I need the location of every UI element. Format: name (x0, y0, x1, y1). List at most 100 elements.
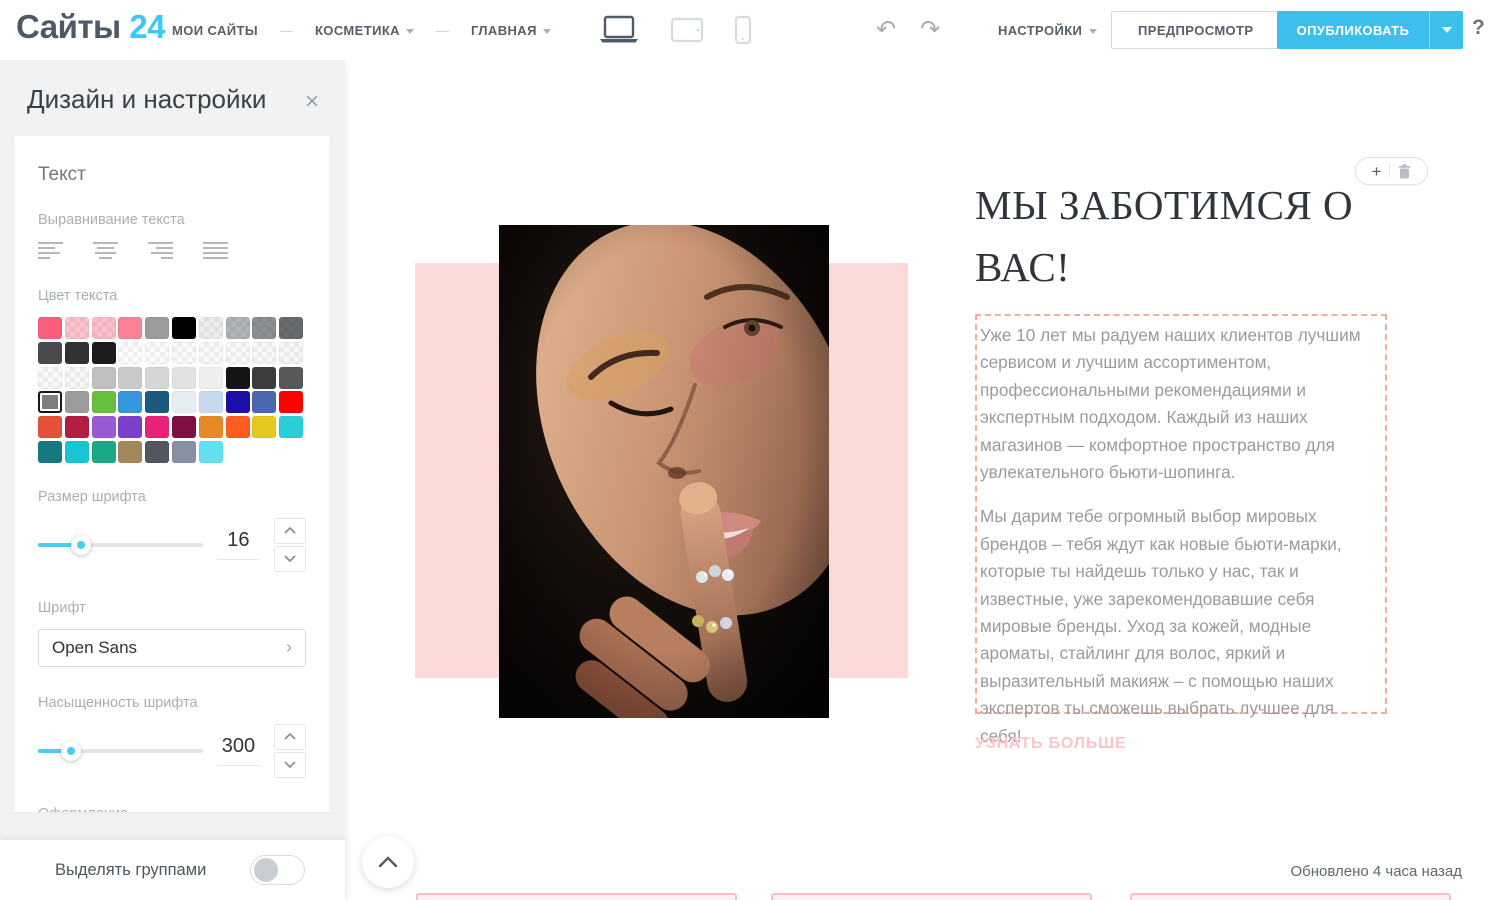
trash-icon[interactable] (1398, 164, 1411, 179)
color-swatch[interactable] (38, 367, 62, 389)
paragraph[interactable]: Уже 10 лет мы радуем наших клиентов лучш… (980, 322, 1377, 486)
color-swatch[interactable] (172, 342, 196, 364)
help-button[interactable]: ? (1472, 16, 1485, 40)
color-swatch[interactable] (279, 342, 303, 364)
color-swatch[interactable] (279, 367, 303, 389)
color-swatch[interactable] (92, 391, 116, 413)
alignment-buttons (38, 241, 306, 264)
align-right-button[interactable] (148, 241, 173, 264)
color-swatch[interactable] (145, 416, 169, 438)
scroll-to-top-button[interactable] (362, 836, 414, 888)
color-swatch[interactable] (172, 416, 196, 438)
font-size-value[interactable]: 16 (217, 529, 260, 560)
color-swatch[interactable] (172, 391, 196, 413)
color-swatch[interactable] (252, 391, 276, 413)
color-swatch[interactable] (145, 391, 169, 413)
font-select[interactable]: Open Sans › (38, 629, 306, 667)
color-swatch[interactable] (252, 317, 276, 339)
color-swatch[interactable] (172, 367, 196, 389)
color-swatch[interactable] (38, 391, 62, 413)
tablet-view-button[interactable] (670, 17, 704, 43)
color-swatch[interactable] (172, 317, 196, 339)
color-swatch[interactable] (199, 367, 223, 389)
align-left-button[interactable] (38, 241, 63, 264)
selected-text-block[interactable]: Уже 10 лет мы радуем наших клиентов лучш… (975, 314, 1387, 714)
increase-button[interactable] (274, 518, 306, 544)
decrease-button[interactable] (274, 752, 306, 778)
color-swatch[interactable] (279, 391, 303, 413)
color-swatch[interactable] (118, 342, 142, 364)
color-swatch[interactable] (65, 342, 89, 364)
color-swatch[interactable] (199, 416, 223, 438)
font-size-slider[interactable] (38, 543, 203, 547)
color-swatch[interactable] (118, 317, 142, 339)
color-swatch[interactable] (279, 317, 303, 339)
color-swatch[interactable] (252, 342, 276, 364)
color-swatch[interactable] (252, 367, 276, 389)
color-swatch[interactable] (118, 441, 142, 463)
group-select-toggle[interactable] (250, 855, 305, 885)
color-swatch[interactable] (118, 391, 142, 413)
color-swatch[interactable] (199, 441, 223, 463)
settings-menu[interactable]: НАСТРОЙКИ (998, 0, 1097, 60)
nav-my-sites[interactable]: МОИ САЙТЫ (172, 23, 258, 38)
learn-more-link[interactable]: УЗНАТЬ БОЛЬШЕ (975, 735, 1126, 753)
color-swatch[interactable] (226, 317, 250, 339)
nav-site-cosmetics[interactable]: КОСМЕТИКА (315, 23, 414, 38)
color-swatch[interactable] (199, 342, 223, 364)
color-swatch[interactable] (279, 416, 303, 438)
color-swatch[interactable] (38, 317, 62, 339)
font-weight-value[interactable]: 300 (217, 735, 260, 766)
nav-page-main[interactable]: ГЛАВНАЯ (471, 23, 551, 38)
color-swatch[interactable] (199, 317, 223, 339)
add-block-button[interactable]: + (1372, 163, 1382, 180)
preview-button[interactable]: ПРЕДПРОСМОТР (1111, 11, 1280, 49)
slider-thumb[interactable] (61, 741, 81, 761)
increase-button[interactable] (274, 724, 306, 750)
color-swatch[interactable] (65, 416, 89, 438)
publish-button[interactable]: ОПУБЛИКОВАТЬ (1277, 11, 1463, 49)
slider-thumb[interactable] (71, 535, 91, 555)
color-swatch[interactable] (65, 367, 89, 389)
color-swatch[interactable] (38, 441, 62, 463)
color-swatch[interactable] (65, 391, 89, 413)
color-swatch[interactable] (92, 416, 116, 438)
color-swatch[interactable] (118, 416, 142, 438)
color-swatch[interactable] (226, 391, 250, 413)
color-swatch[interactable] (92, 342, 116, 364)
font-weight-slider[interactable] (38, 749, 203, 753)
align-center-button[interactable] (93, 241, 118, 264)
hero-heading[interactable]: МЫ ЗАБОТИМСЯ О ВАС! (975, 174, 1385, 298)
font-weight-label: Насыщенность шрифта (38, 695, 306, 711)
redo-button[interactable]: ↷ (920, 18, 940, 42)
color-swatch[interactable] (145, 441, 169, 463)
mobile-view-button[interactable] (734, 15, 752, 45)
color-swatch[interactable] (92, 441, 116, 463)
decrease-button[interactable] (274, 546, 306, 572)
desktop-view-button[interactable] (598, 15, 640, 45)
chevron-down-icon (284, 761, 296, 768)
paragraph[interactable]: Мы дарим тебе огромный выбор мировых бре… (980, 503, 1377, 750)
color-swatch[interactable] (145, 342, 169, 364)
color-swatch[interactable] (145, 317, 169, 339)
color-swatch[interactable] (226, 416, 250, 438)
undo-button[interactable]: ↶ (876, 18, 896, 42)
color-swatch[interactable] (92, 317, 116, 339)
publish-dropdown-button[interactable] (1429, 11, 1463, 49)
color-swatch[interactable] (226, 342, 250, 364)
color-swatch[interactable] (65, 441, 89, 463)
color-swatch[interactable] (226, 367, 250, 389)
app-logo[interactable]: Сайты 24 (16, 8, 165, 46)
color-swatch[interactable] (199, 391, 223, 413)
hero-photo[interactable] (499, 225, 829, 718)
color-swatch[interactable] (118, 367, 142, 389)
color-swatch[interactable] (92, 367, 116, 389)
close-icon[interactable]: × (305, 90, 319, 114)
color-swatch[interactable] (38, 416, 62, 438)
color-swatch[interactable] (38, 342, 62, 364)
color-swatch[interactable] (145, 367, 169, 389)
align-justify-button[interactable] (203, 241, 228, 264)
color-swatch[interactable] (252, 416, 276, 438)
color-swatch[interactable] (172, 441, 196, 463)
color-swatch[interactable] (65, 317, 89, 339)
